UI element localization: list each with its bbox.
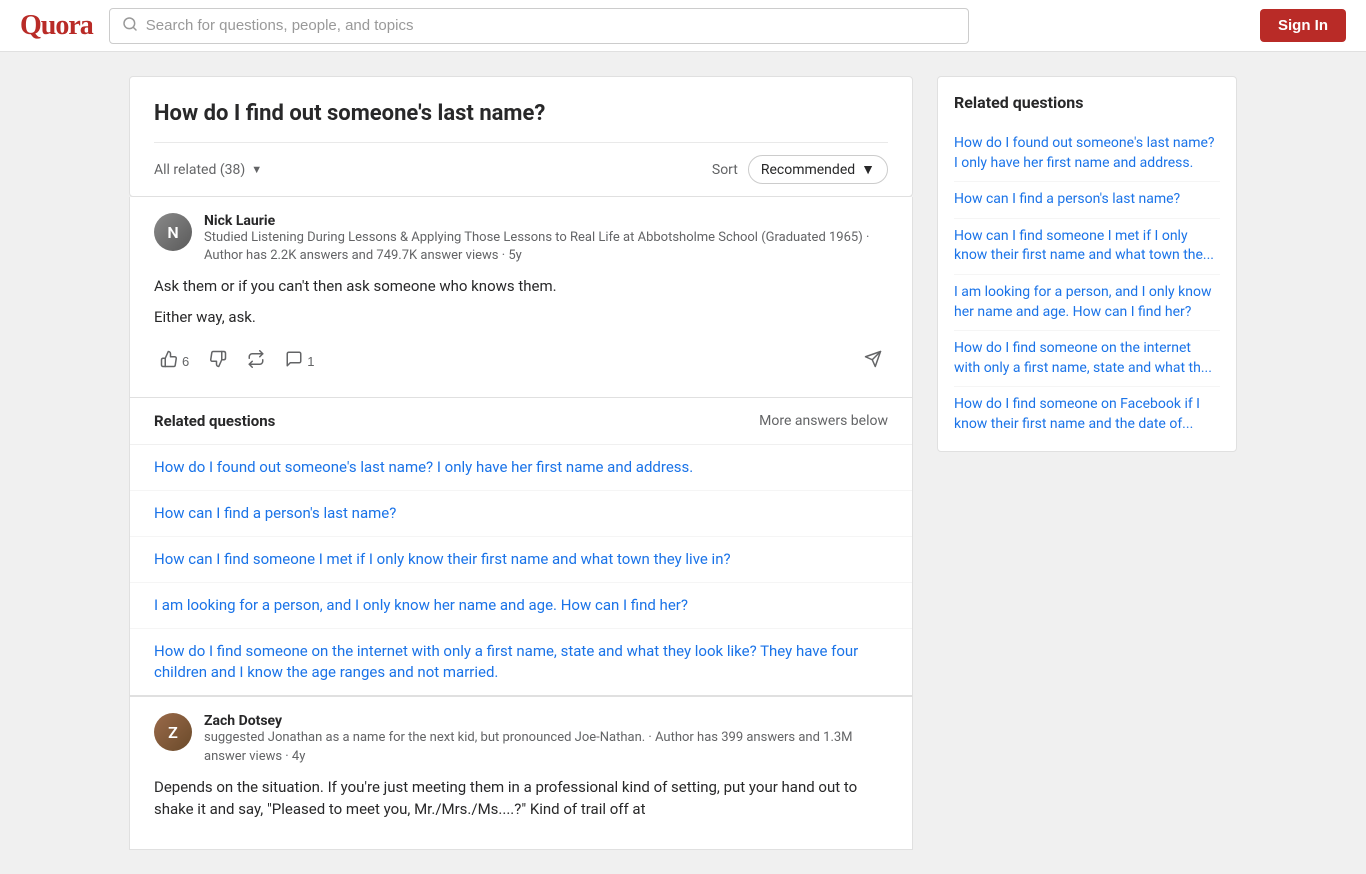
author-name-nick[interactable]: Nick Laurie xyxy=(204,213,888,229)
answer-section-1: N Nick Laurie Studied Listening During L… xyxy=(129,197,913,398)
avatar-nick[interactable]: N xyxy=(154,213,192,251)
sidebar-link-item-3: I am looking for a person, and I only kn… xyxy=(954,275,1220,331)
avatar-zach[interactable]: Z xyxy=(154,713,192,751)
author-bio-zach: suggested Jonathan as a name for the nex… xyxy=(204,729,888,765)
all-related-button[interactable]: All related (38) ▼ xyxy=(154,162,262,178)
sidebar-link-0[interactable]: How do I found out someone's last name? … xyxy=(954,134,1220,173)
comment-button-nick[interactable]: 1 xyxy=(279,346,320,377)
related-link-item-3: I am looking for a person, and I only kn… xyxy=(130,583,912,629)
answer-line-2: Either way, ask. xyxy=(154,306,888,329)
related-link-3[interactable]: I am looking for a person, and I only kn… xyxy=(154,596,688,614)
sidebar-link-item-2: How can I find someone I met if I only k… xyxy=(954,219,1220,275)
filter-bar: All related (38) ▼ Sort Recommended ▼ xyxy=(154,142,888,196)
sidebar-link-item-1: How can I find a person's last name? xyxy=(954,182,1220,219)
action-bar-nick: 6 xyxy=(154,340,888,381)
related-link-item-0: How do I found out someone's last name? … xyxy=(130,445,912,491)
author-row-zach: Z Zach Dotsey suggested Jonathan as a na… xyxy=(154,713,888,765)
page-body: How do I find out someone's last name? A… xyxy=(113,52,1253,874)
sidebar: Related questions How do I found out som… xyxy=(937,76,1237,452)
downvote-icon xyxy=(209,350,227,373)
sidebar-link-3[interactable]: I am looking for a person, and I only kn… xyxy=(954,283,1220,322)
question-title: How do I find out someone's last name? xyxy=(154,101,888,126)
related-in-main: Related questions More answers below How… xyxy=(129,398,913,696)
answer-text-zach: Depends on the situation. If you're just… xyxy=(154,776,888,821)
repost-button-nick[interactable] xyxy=(241,346,271,377)
sidebar-card: Related questions How do I found out som… xyxy=(937,76,1237,452)
question-card: How do I find out someone's last name? A… xyxy=(129,76,913,197)
sort-value: Recommended xyxy=(761,162,855,178)
related-link-2[interactable]: How can I find someone I met if I only k… xyxy=(154,550,731,568)
sidebar-title: Related questions xyxy=(954,93,1220,112)
answer-line-1: Ask them or if you can't then ask someon… xyxy=(154,275,888,298)
author-bio-nick: Studied Listening During Lessons & Apply… xyxy=(204,229,888,265)
answer-text-nick: Ask them or if you can't then ask someon… xyxy=(154,275,888,328)
more-answers-below: More answers below xyxy=(759,413,888,429)
related-in-main-header: Related questions More answers below xyxy=(130,398,912,445)
repost-icon xyxy=(247,350,265,373)
search-icon xyxy=(122,16,138,36)
upvote-count-nick: 6 xyxy=(182,354,189,369)
author-name-zach[interactable]: Zach Dotsey xyxy=(204,713,888,729)
comment-icon xyxy=(285,350,303,373)
related-in-main-title: Related questions xyxy=(154,412,275,430)
related-link-1[interactable]: How can I find a person's last name? xyxy=(154,504,396,522)
answer-block-nick: N Nick Laurie Studied Listening During L… xyxy=(154,197,888,397)
search-input[interactable] xyxy=(146,17,956,34)
chevron-down-icon: ▼ xyxy=(251,163,262,176)
answer-section-zach: Z Zach Dotsey suggested Jonathan as a na… xyxy=(129,696,913,849)
logo[interactable]: Quora xyxy=(20,10,93,42)
comment-count-nick: 1 xyxy=(307,354,314,369)
author-info-zach: Zach Dotsey suggested Jonathan as a name… xyxy=(204,713,888,765)
sidebar-link-1[interactable]: How can I find a person's last name? xyxy=(954,190,1220,210)
related-link-0[interactable]: How do I found out someone's last name? … xyxy=(154,458,693,476)
sidebar-link-item-0: How do I found out someone's last name? … xyxy=(954,126,1220,182)
answer-block-zach: Z Zach Dotsey suggested Jonathan as a na… xyxy=(154,697,888,848)
upvote-button-nick[interactable]: 6 xyxy=(154,346,195,377)
search-bar xyxy=(109,8,969,44)
author-info-nick: Nick Laurie Studied Listening During Les… xyxy=(204,213,888,265)
sort-label: Sort xyxy=(712,162,738,178)
sign-in-button[interactable]: Sign In xyxy=(1260,9,1346,42)
all-related-label: All related (38) xyxy=(154,162,245,178)
sidebar-link-4[interactable]: How do I find someone on the internet wi… xyxy=(954,339,1220,378)
sort-area: Sort Recommended ▼ xyxy=(712,155,888,184)
sidebar-link-item-5: How do I find someone on Facebook if I k… xyxy=(954,387,1220,434)
share-icon xyxy=(864,350,882,373)
related-link-item-4: How do I find someone on the internet wi… xyxy=(130,629,912,695)
sort-chevron-icon: ▼ xyxy=(861,161,875,178)
sort-dropdown[interactable]: Recommended ▼ xyxy=(748,155,888,184)
related-link-item-1: How can I find a person's last name? xyxy=(130,491,912,537)
share-button-nick[interactable] xyxy=(858,346,888,377)
author-row-nick: N Nick Laurie Studied Listening During L… xyxy=(154,213,888,265)
header: Quora Sign In xyxy=(0,0,1366,52)
sidebar-link-5[interactable]: How do I find someone on Facebook if I k… xyxy=(954,395,1220,434)
sidebar-link-item-4: How do I find someone on the internet wi… xyxy=(954,331,1220,387)
related-link-4[interactable]: How do I find someone on the internet wi… xyxy=(154,642,858,681)
related-link-item-2: How can I find someone I met if I only k… xyxy=(130,537,912,583)
sidebar-link-2[interactable]: How can I find someone I met if I only k… xyxy=(954,227,1220,266)
upvote-icon xyxy=(160,350,178,373)
downvote-button-nick[interactable] xyxy=(203,346,233,377)
answer-zach-line-1: Depends on the situation. If you're just… xyxy=(154,776,888,821)
main-content: How do I find out someone's last name? A… xyxy=(129,76,913,850)
